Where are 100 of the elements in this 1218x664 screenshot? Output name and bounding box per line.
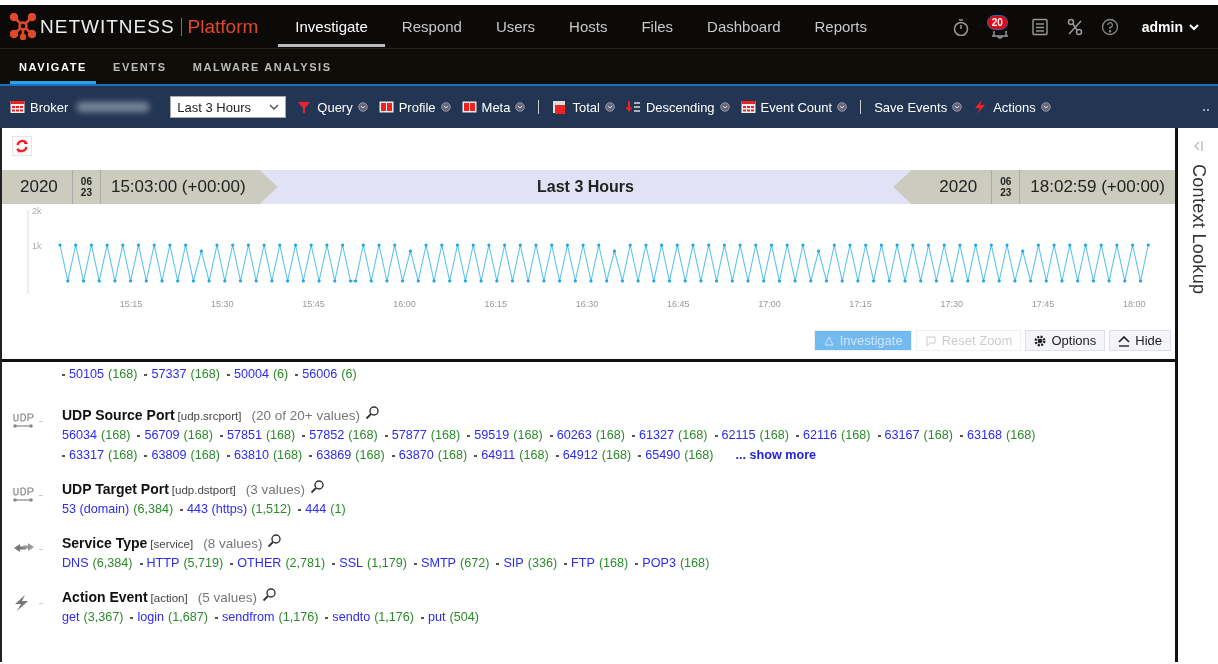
axis-label: 17:00 — [758, 299, 781, 309]
meta-value-count: (168) — [601, 448, 632, 463]
nav-tab[interactable]: Users — [478, 6, 553, 47]
sub-tab[interactable]: EVENTS — [104, 49, 176, 84]
meta-value-link[interactable]: 63870 — [398, 448, 434, 463]
meta-value-count: (1,176) — [374, 610, 415, 625]
meta-value-link[interactable]: 63168 — [966, 428, 1002, 443]
report-icon[interactable] — [1030, 17, 1049, 36]
toolbar-menu[interactable]: Event Count — [738, 99, 850, 115]
meta-value-link[interactable]: 64911 — [481, 448, 516, 463]
context-lookup-title[interactable]: Context Lookup — [1187, 164, 1209, 295]
toolbar-menu[interactable]: Save Events — [872, 99, 965, 115]
toolbar-menu[interactable]: Descending — [623, 99, 732, 115]
nav-tab[interactable]: Files — [624, 6, 691, 47]
axis-label: 15:45 — [302, 299, 325, 309]
meta-value-count: (168) — [430, 428, 461, 443]
end-time-field[interactable]: 2020 06 23 18:02:59 (+00:00) — [893, 170, 1175, 204]
meta-value-link[interactable]: 50004 — [233, 367, 269, 382]
toolbar-menu[interactable]: Meta — [459, 99, 528, 115]
meta-value-link[interactable]: 60263 — [556, 428, 592, 443]
toolbar-menu[interactable]: Query — [295, 99, 370, 115]
sub-tab[interactable]: MALWARE ANALYSIS — [183, 49, 341, 84]
meta-value-link[interactable]: POP3 — [642, 556, 676, 571]
toolbar-menu[interactable]: Total — [550, 99, 617, 115]
help-icon[interactable] — [1100, 17, 1119, 36]
search-icon[interactable] — [364, 406, 379, 420]
value-count: (20 of 20+ values) — [251, 408, 360, 423]
meta-value-count: (168) — [265, 428, 296, 443]
meta-value-link[interactable]: HTTP — [146, 556, 180, 571]
stopwatch-icon[interactable] — [951, 17, 970, 36]
meta-value-link[interactable]: 59519 — [474, 428, 510, 443]
meta-key: [action] — [150, 592, 188, 604]
refresh-icon — [15, 138, 29, 154]
start-time-field[interactable]: 2020 06 23 15:03:00 (+00:00) — [2, 170, 278, 204]
triangle-icon — [822, 334, 835, 347]
sort-down-icon — [625, 100, 641, 114]
meta-value-count: (168) — [513, 428, 543, 443]
meta-value-link[interactable]: SMTP — [421, 556, 456, 571]
meta-value-link[interactable]: 57337 — [151, 367, 187, 382]
meta-value-link[interactable]: 57852 — [309, 428, 345, 443]
meta-value-link[interactable]: 57851 — [226, 428, 262, 443]
broker-button[interactable]: Broker — [8, 99, 71, 115]
hide-button[interactable]: Hide — [1109, 330, 1171, 351]
search-icon[interactable] — [310, 480, 325, 494]
axis-label: 16:15 — [484, 299, 508, 309]
meta-value-link[interactable]: SIP — [503, 556, 524, 571]
meta-value-link[interactable]: 444 — [305, 502, 327, 517]
meta-value-link[interactable]: 57877 — [391, 428, 427, 443]
meta-value-link[interactable]: get — [62, 610, 80, 625]
user-menu[interactable]: admin — [1135, 17, 1206, 36]
time-range-select[interactable]: Last 3 Hours — [170, 96, 287, 118]
axis-label: 18:00 — [1122, 299, 1146, 309]
chevron-down-icon — [269, 103, 280, 111]
meta-value-link[interactable]: sendfrom — [221, 610, 275, 625]
meta-value-count: (168) — [101, 428, 131, 443]
toolbar-menu[interactable]: Actions — [971, 99, 1053, 115]
meta-value-link[interactable]: 63317 — [69, 448, 105, 463]
meta-value-link[interactable]: 63167 — [884, 428, 920, 443]
meta-value-link[interactable]: login — [137, 610, 165, 625]
meta-value-link[interactable]: 61327 — [639, 428, 675, 443]
search-icon[interactable] — [267, 534, 282, 548]
toolbar-menu[interactable]: Profile — [376, 99, 453, 115]
meta-value-link[interactable]: OTHER — [237, 556, 282, 571]
meta-value-link[interactable]: SSL — [339, 556, 364, 571]
nav-tab[interactable]: Respond — [384, 6, 479, 47]
gear-button[interactable]: Options — [1025, 330, 1106, 351]
meta-value-link[interactable]: 50105 — [69, 367, 105, 382]
meta-value-link[interactable]: 56034 — [62, 428, 98, 443]
grid-icon — [740, 100, 756, 114]
bell-icon[interactable] — [990, 29, 1011, 39]
meta-value-link[interactable]: 56709 — [144, 428, 180, 443]
meta-value-link[interactable]: 62116 — [803, 428, 838, 443]
meta-value-count: (3,367) — [83, 610, 124, 625]
meta-value-count: (168) — [684, 448, 714, 463]
nav-tab[interactable]: Dashboard — [690, 6, 798, 47]
meta-value-link[interactable]: 62115 — [721, 428, 756, 443]
nav-tab[interactable]: Reports — [797, 6, 884, 47]
meta-value-link[interactable]: 53 (domain) — [62, 502, 130, 517]
meta-value-link[interactable]: put — [428, 610, 446, 625]
meta-title: UDP Target Port — [62, 481, 169, 497]
meta-value-link[interactable]: FTP — [571, 556, 595, 571]
meta-title: UDP Source Port — [62, 407, 175, 423]
meta-value-link[interactable]: 65490 — [645, 448, 681, 463]
show-more-link[interactable]: ... show more — [735, 448, 817, 463]
meta-value-link[interactable]: 56006 — [302, 367, 338, 382]
meta-value-link[interactable]: 443 (https) — [187, 502, 248, 517]
meta-value-link[interactable]: sendto — [332, 610, 371, 625]
axis-label: 16:45 — [666, 299, 690, 309]
meta-value-link[interactable]: 63810 — [233, 448, 269, 463]
meta-value-link[interactable]: DNS — [62, 556, 89, 571]
meta-value-count: (1,687) — [168, 610, 208, 625]
nav-tab[interactable]: Hosts — [552, 6, 625, 47]
meta-value-link[interactable]: 63869 — [316, 448, 352, 463]
meta-value-link[interactable]: 64912 — [562, 448, 598, 463]
search-icon[interactable] — [261, 588, 276, 602]
meta-value-count: (168) — [595, 428, 626, 443]
meta-value-count: (168) — [1005, 428, 1036, 443]
meta-value-link[interactable]: 63809 — [151, 448, 187, 463]
refresh-button[interactable] — [12, 136, 32, 156]
tools-icon[interactable] — [1065, 17, 1084, 36]
